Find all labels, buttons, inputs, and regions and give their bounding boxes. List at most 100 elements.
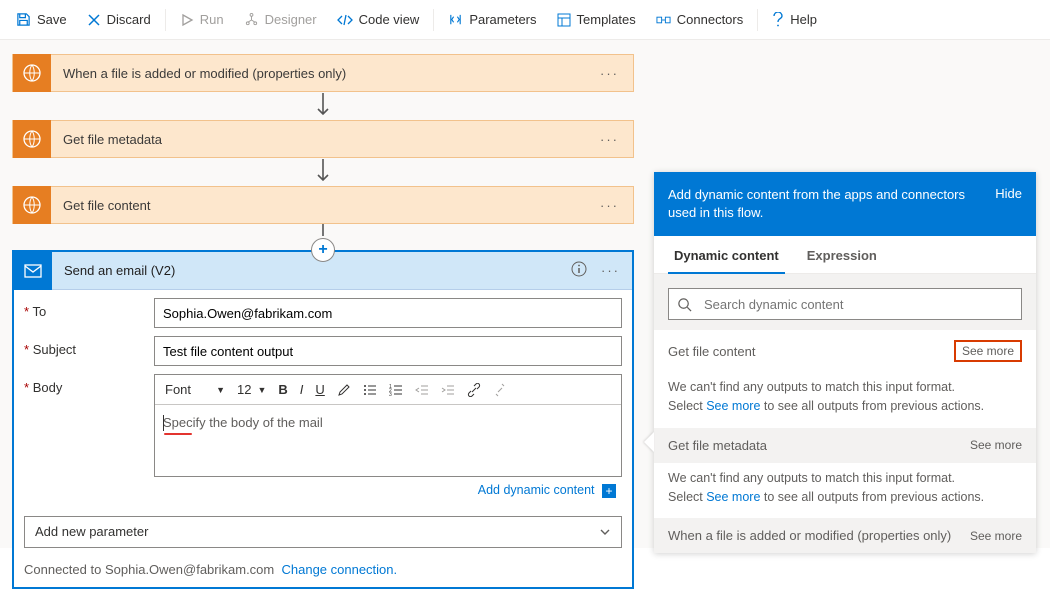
spellcheck-underline (164, 433, 192, 435)
search-icon (677, 297, 692, 312)
panel-search[interactable] (668, 288, 1022, 320)
run-button: Run (170, 0, 234, 39)
panel-header: Add dynamic content from the apps and co… (654, 172, 1036, 236)
font-family-select[interactable]: Font▼ (159, 382, 231, 397)
outlook-icon (14, 252, 52, 290)
section-title: Get file content (668, 344, 755, 359)
play-icon (180, 13, 194, 27)
bullet-list-button[interactable] (357, 381, 383, 399)
add-dynamic-content-link[interactable]: Add dynamic content (478, 483, 595, 497)
see-more-button[interactable]: See more (954, 340, 1022, 362)
dynamic-content-panel: Add dynamic content from the apps and co… (654, 172, 1036, 553)
designer-label: Designer (265, 12, 317, 27)
step-more-button[interactable]: ··· (586, 66, 633, 81)
discard-label: Discard (107, 12, 151, 27)
connector-arrow (12, 92, 634, 120)
number-list-button[interactable]: 123 (383, 381, 409, 399)
editor-toolbar: Font▼ 12▼ B I U 123 (155, 375, 621, 405)
parameters-button[interactable]: Parameters (438, 0, 546, 39)
get-metadata-step[interactable]: Get file metadata ··· (12, 120, 634, 158)
designer-button: Designer (234, 0, 327, 39)
font-size-select[interactable]: 12▼ (231, 382, 272, 397)
step-title: Get file content (51, 198, 586, 213)
section-get-file-content: Get file content See more (654, 330, 1036, 372)
see-more-inline-link[interactable]: See more (706, 399, 760, 413)
underline-button[interactable]: U (309, 380, 330, 399)
trigger-step[interactable]: When a file is added or modified (proper… (12, 54, 634, 92)
section-empty-message: We can't find any outputs to match this … (654, 463, 1036, 519)
to-label: * To (24, 298, 154, 319)
body-editor: Font▼ 12▼ B I U 123 (154, 374, 622, 477)
code-view-label: Code view (359, 12, 420, 27)
designer-canvas: When a file is added or modified (proper… (0, 40, 1050, 548)
panel-callout-notch (644, 432, 654, 452)
card-info-button[interactable] (563, 261, 595, 280)
save-button[interactable]: Save (6, 0, 77, 39)
connectors-button[interactable]: Connectors (646, 0, 753, 39)
sharepoint-icon (13, 120, 51, 158)
panel-search-wrap (654, 274, 1036, 330)
add-param-label: Add new parameter (35, 524, 148, 539)
section-title: Get file metadata (668, 438, 767, 453)
save-label: Save (37, 12, 67, 27)
connector-arrow (12, 158, 634, 186)
separator (757, 9, 758, 31)
separator (165, 9, 166, 31)
connectors-icon (656, 13, 671, 27)
body-placeholder: Specify the body of the mail (163, 415, 323, 430)
step-more-button[interactable]: ··· (586, 132, 633, 147)
step-more-button[interactable]: ··· (586, 198, 633, 213)
code-icon (337, 13, 353, 27)
step-title: Get file metadata (51, 132, 586, 147)
card-body: * To * Subject * Body Font▼ 12▼ B (14, 290, 632, 508)
command-bar: Save Discard Run Designer Code view Para… (0, 0, 1050, 40)
plus-icon[interactable]: + (602, 484, 616, 498)
dynamic-content-tab[interactable]: Dynamic content (660, 236, 793, 273)
link-button[interactable] (461, 381, 487, 399)
svg-text:3: 3 (389, 392, 392, 397)
insert-step-button[interactable]: + (311, 238, 335, 262)
templates-icon (557, 13, 571, 27)
body-textarea[interactable]: Specify the body of the mail (155, 405, 621, 476)
chevron-down-icon: ▼ (216, 385, 225, 395)
parameters-label: Parameters (469, 12, 536, 27)
section-title: When a file is added or modified (proper… (668, 528, 951, 543)
section-get-file-metadata: Get file metadata See more (654, 428, 1036, 463)
sharepoint-icon (13, 186, 51, 224)
body-label: * Body (24, 374, 154, 395)
see-more-inline-link[interactable]: See more (706, 490, 760, 504)
hide-panel-button[interactable]: Hide (995, 186, 1022, 201)
help-button[interactable]: Help (762, 0, 827, 39)
templates-button[interactable]: Templates (547, 0, 646, 39)
see-more-button[interactable]: See more (970, 529, 1022, 543)
section-empty-message: We can't find any outputs to match this … (654, 372, 1036, 428)
add-dynamic-content-link-row: Add dynamic content + (154, 477, 622, 508)
see-more-button[interactable]: See more (970, 438, 1022, 452)
get-content-step[interactable]: Get file content ··· (12, 186, 634, 224)
connected-account: Sophia.Owen@fabrikam.com (105, 562, 274, 577)
help-icon (772, 12, 784, 27)
subject-label: * Subject (24, 336, 154, 357)
search-input[interactable] (702, 296, 1013, 313)
expression-tab[interactable]: Expression (793, 236, 891, 273)
flow-column: When a file is added or modified (proper… (12, 54, 634, 589)
bold-button[interactable]: B (272, 380, 293, 399)
parameters-icon (448, 12, 463, 27)
change-connection-link[interactable]: Change connection. (281, 562, 397, 577)
indent-button[interactable] (435, 381, 461, 399)
subject-input[interactable] (154, 336, 622, 366)
unlink-button[interactable] (487, 381, 513, 399)
connector-arrow (12, 224, 634, 238)
sharepoint-icon (13, 54, 51, 92)
panel-tabs: Dynamic content Expression (654, 236, 1036, 274)
to-input[interactable] (154, 298, 622, 328)
separator (433, 9, 434, 31)
section-trigger: When a file is added or modified (proper… (654, 518, 1036, 553)
italic-button[interactable]: I (294, 380, 310, 399)
highlight-button[interactable] (331, 381, 357, 399)
card-more-button[interactable]: ··· (595, 263, 632, 278)
code-view-button[interactable]: Code view (327, 0, 430, 39)
outdent-button[interactable] (409, 381, 435, 399)
discard-button[interactable]: Discard (77, 0, 161, 39)
add-new-parameter-select[interactable]: Add new parameter (24, 516, 622, 548)
